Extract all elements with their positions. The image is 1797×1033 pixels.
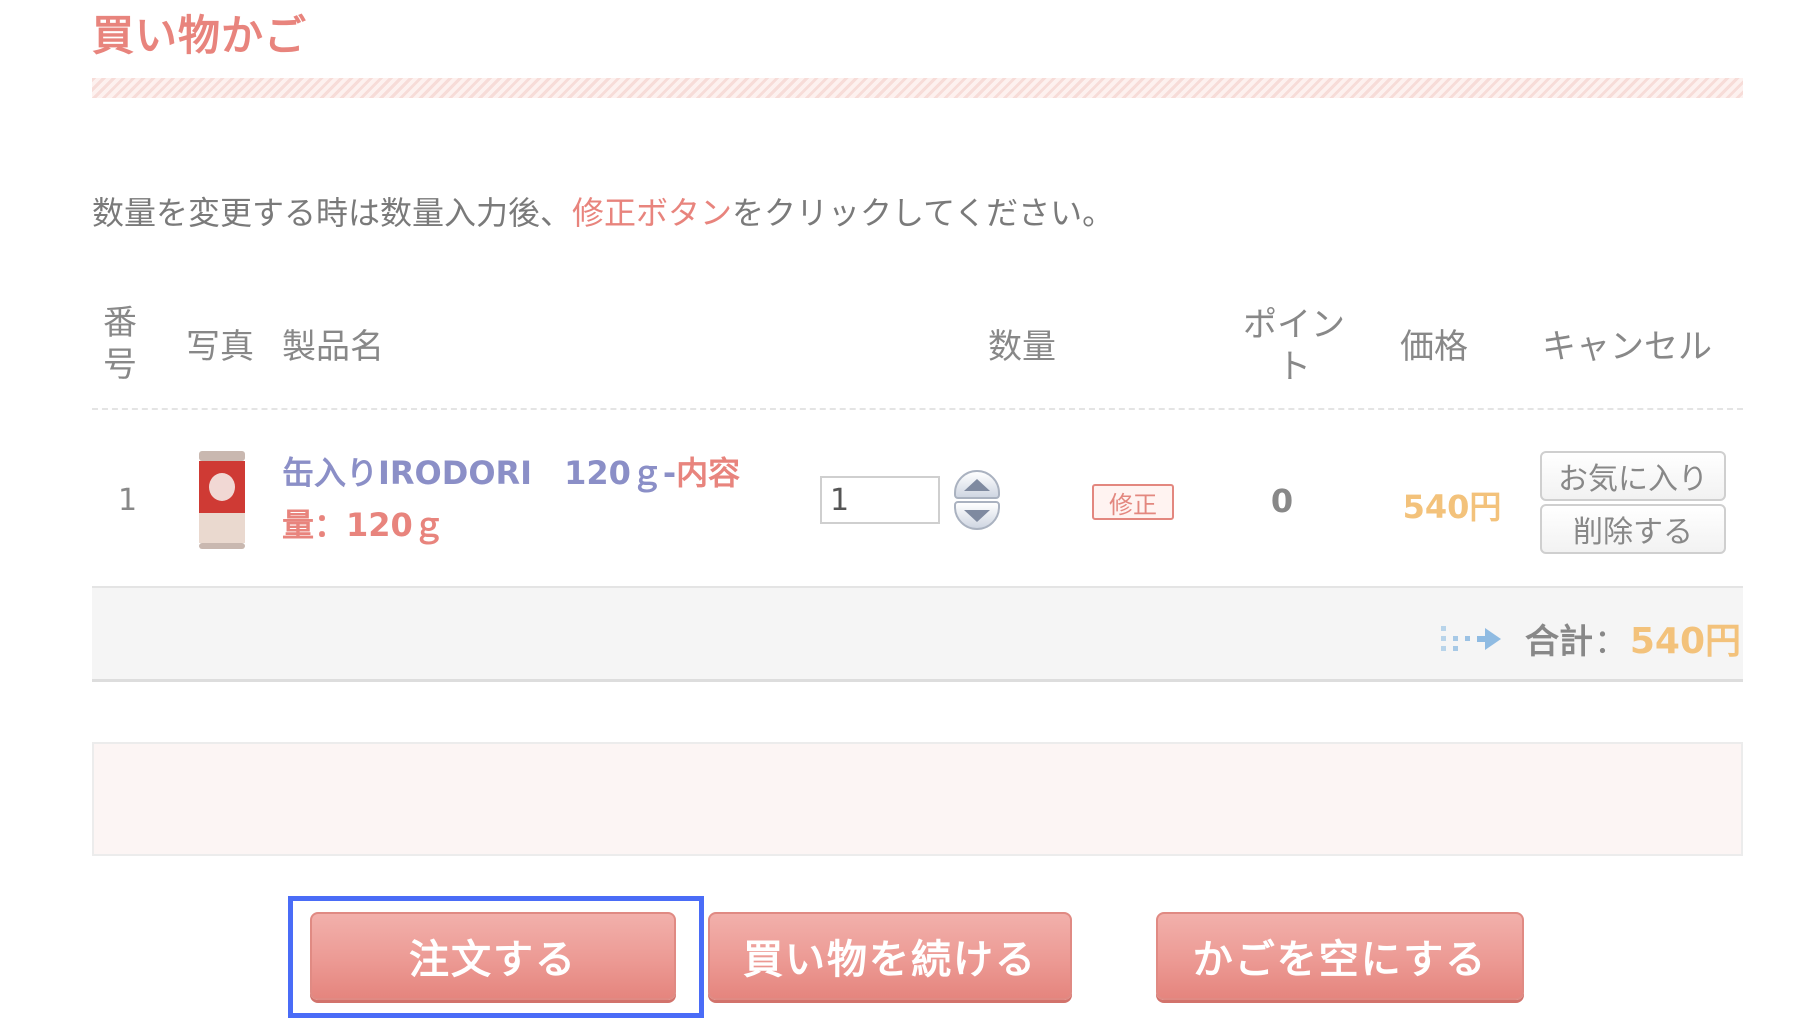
header-price: 価格 bbox=[1400, 327, 1468, 367]
delete-item-button[interactable]: 削除する bbox=[1540, 504, 1726, 554]
message-area bbox=[92, 742, 1743, 856]
header-divider bbox=[92, 408, 1743, 410]
header-product-name: 製品名 bbox=[282, 327, 384, 367]
arrow-up-icon bbox=[964, 478, 990, 491]
row-points: 0 bbox=[1270, 482, 1294, 520]
instruction-text: 数量を変更する時は数量入力後、修正ボタンをクリックしてください。 bbox=[92, 188, 1114, 234]
fix-quantity-button[interactable]: 修正 bbox=[1092, 484, 1174, 520]
header-number: 番 号 bbox=[100, 302, 140, 386]
header-number-line2: 号 bbox=[103, 345, 137, 385]
add-to-favorites-button[interactable]: お気に入り bbox=[1540, 451, 1726, 501]
arrow-down-icon bbox=[964, 509, 990, 522]
total-colon: ： bbox=[1594, 622, 1628, 662]
total-value: 540円 bbox=[1629, 621, 1741, 662]
row-price: 540円 bbox=[1402, 488, 1502, 526]
quantity-increase-button[interactable] bbox=[954, 470, 1000, 499]
header-quantity: 数量 bbox=[988, 327, 1056, 367]
continue-shopping-button[interactable]: 買い物を続ける bbox=[708, 912, 1072, 1000]
total-label: 合計 bbox=[1525, 622, 1593, 662]
row-number: 1 bbox=[118, 483, 138, 518]
instruction-text-after: をクリックしてください。 bbox=[732, 194, 1115, 232]
header-photo: 写真 bbox=[186, 327, 254, 367]
header-points: ポイン ト bbox=[1234, 304, 1354, 388]
quantity-stepper[interactable] bbox=[954, 470, 1002, 532]
title-divider bbox=[92, 78, 1743, 98]
quantity-input[interactable] bbox=[820, 476, 940, 524]
empty-cart-button[interactable]: かごを空にする bbox=[1156, 912, 1524, 1000]
product-name: 缶入りIRODORI 120ｇ- bbox=[282, 454, 677, 492]
product-photo[interactable] bbox=[199, 451, 245, 549]
arrow-right-icon bbox=[1441, 626, 1501, 651]
instruction-text-before: 数量を変更する時は数量入力後、 bbox=[92, 194, 573, 232]
header-points-line1: ポイン bbox=[1243, 305, 1345, 345]
total-bar: 合計 ： 540円 bbox=[92, 586, 1743, 682]
page-title: 買い物かご bbox=[92, 11, 308, 60]
header-number-line1: 番 bbox=[103, 303, 137, 343]
order-button[interactable]: 注文する bbox=[310, 912, 676, 1000]
product-name-link[interactable]: 缶入りIRODORI 120ｇ-内容量：120ｇ bbox=[282, 447, 782, 551]
quantity-decrease-button[interactable] bbox=[954, 501, 1000, 530]
instruction-fix-button-link: 修正ボタン bbox=[572, 194, 733, 232]
header-cancel: キャンセル bbox=[1542, 327, 1712, 367]
header-points-line2: ト bbox=[1277, 347, 1311, 387]
